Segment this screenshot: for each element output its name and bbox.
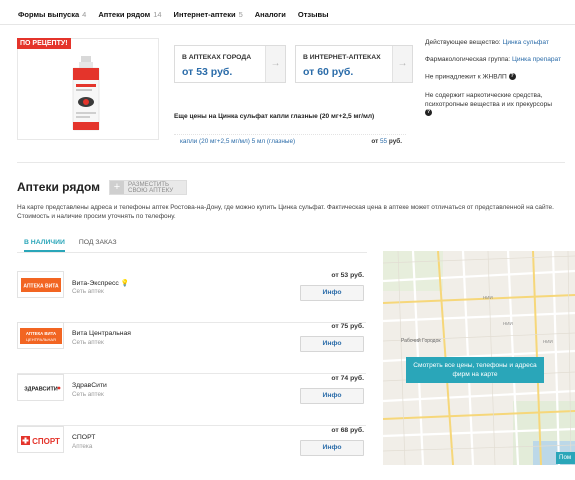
pharmacy-row: АПТЕКА ВИТА ЦЕНТРАЛЬНАЯ Вита Центральная … (17, 322, 366, 374)
subtabs-divider (17, 252, 367, 253)
plus-icon: + (110, 181, 124, 194)
tab-analogs[interactable]: Аналоги (255, 10, 286, 19)
section-title: Аптеки рядом (17, 180, 101, 194)
lightbulb-icon: 💡 (120, 280, 130, 287)
narcotic-note: Не содержит наркотические средства, псих… (425, 92, 552, 116)
tab-reviews[interactable]: Отзывы (298, 10, 329, 19)
more-prices-price: от 55 руб. (371, 138, 402, 145)
svg-text:АПТЕКА ВИТА: АПТЕКА ВИТА (25, 331, 55, 336)
info-button[interactable]: Инфо (300, 388, 364, 404)
pharmacy-logo: СПОРТ (17, 426, 64, 453)
jnvlp-note: Не принадлежит к ЖНВЛП? (425, 73, 516, 81)
pharmacy-type: Сеть аптек (72, 339, 104, 346)
pharmacy-type: Сеть аптек (72, 288, 104, 295)
more-prices-link[interactable]: капли (20 мг+2,5 мг/мл) 5 мл (глазные) (180, 138, 295, 145)
svg-text:НИИ: НИИ (483, 295, 493, 300)
price-card-city[interactable]: В АПТЕКАХ ГОРОДА от 53 руб. → (174, 45, 286, 83)
pharmacy-price: от 74 руб. (331, 375, 364, 382)
more-prices-row[interactable]: капли (20 мг+2,5 мг/мл) 5 мл (глазные) о… (174, 134, 406, 146)
arrow-right-icon: → (392, 46, 412, 82)
info-button[interactable]: Инфо (300, 336, 364, 352)
pharmacy-logo: АПТЕКА ВИТА (17, 271, 64, 298)
svg-text:СПОРТ: СПОРТ (32, 437, 60, 446)
pharmacy-name[interactable]: СПОРТ (72, 434, 95, 441)
section-divider (17, 162, 565, 163)
svg-text:НИИ: НИИ (543, 339, 553, 344)
active-substance: Действующее вещество: Цинка сульфат (425, 39, 549, 46)
product-tabs: Формы выпуска 4 Аптеки рядом 14 Интернет-а… (18, 10, 329, 19)
tab-online-pharmacies[interactable]: Интернет-аптеки 5 (174, 10, 243, 19)
pharmacy-name[interactable]: Вита Центральная (72, 330, 131, 337)
svg-text:ЗДРАВСИТИ: ЗДРАВСИТИ (24, 386, 58, 392)
pharmacy-row: ЗДРАВСИТИ ЗдравСити Сеть аптек от 74 руб… (17, 374, 366, 426)
pharmacy-type: Аптека (72, 443, 93, 450)
info-button[interactable]: Инфо (300, 285, 364, 301)
prescription-badge: ПО РЕЦЕПТУ! (17, 38, 71, 49)
pharmacy-price: от 68 руб. (331, 427, 364, 434)
availability-tabs: В НАЛИЧИИ ПОД ЗАКАЗ (24, 239, 117, 252)
pharmacy-name[interactable]: ЗдравСити (72, 382, 107, 389)
pharmacy-logo: АПТЕКА ВИТА ЦЕНТРАЛЬНАЯ (17, 322, 64, 349)
pharm-group: Фармакологическая группа: Цинка препарат (425, 56, 562, 63)
pharmacy-row: СПОРТ СПОРТ Аптека от 68 руб. Инфо (17, 426, 366, 478)
tab-on-order[interactable]: ПОД ЗАКАЗ (79, 239, 117, 252)
tab-forms[interactable]: Формы выпуска 4 (18, 10, 86, 19)
tab-in-stock[interactable]: В НАЛИЧИИ (24, 239, 65, 252)
pharm-group-link[interactable]: Цинка препарат (512, 56, 561, 63)
pharmacy-logo: ЗДРАВСИТИ (17, 374, 64, 401)
pharmacy-price: от 75 руб. (331, 323, 364, 330)
add-pharmacy-button[interactable]: + РАЗМЕСТИТЬ СВОЮ АПТЕКУ (109, 180, 187, 195)
active-substance-link[interactable]: Цинка сульфат (502, 39, 548, 46)
help-icon[interactable]: ? (508, 73, 516, 80)
section-description: На карте представлены адреса и телефоны … (17, 204, 554, 220)
pharmacy-type: Сеть аптек (72, 391, 104, 398)
help-map-button[interactable]: Пом (556, 452, 575, 464)
view-on-map-button[interactable]: Смотреть все цены, телефоны и адреса фир… (406, 357, 544, 383)
help-icon[interactable]: ? (425, 109, 432, 116)
svg-text:НИИ: НИИ (503, 321, 513, 326)
price-card-online[interactable]: В ИНТЕРНЕТ-АПТЕКАХ от 60 руб. → (295, 45, 413, 83)
more-prices-title: Еще цены на Цинка сульфат капли глазные … (174, 113, 375, 120)
pharmacy-price: от 53 руб. (331, 272, 364, 279)
svg-text:Рабочий Городок: Рабочий Городок (401, 337, 441, 344)
pharmacy-name[interactable]: Вита-Экспресс 💡 (72, 279, 129, 287)
pharmacy-row: АПТЕКА ВИТА Вита-Экспресс 💡 Сеть аптек о… (17, 271, 366, 323)
info-button[interactable]: Инфо (300, 440, 364, 456)
arrow-right-icon: → (265, 46, 285, 82)
tabs-divider (0, 24, 575, 25)
svg-text:ЦЕНТРАЛЬНАЯ: ЦЕНТРАЛЬНАЯ (26, 337, 56, 342)
tab-pharmacies-nearby[interactable]: Аптеки рядом 14 (98, 10, 161, 19)
svg-text:АПТЕКА ВИТА: АПТЕКА ВИТА (23, 283, 59, 289)
product-bottle-image (72, 56, 100, 131)
